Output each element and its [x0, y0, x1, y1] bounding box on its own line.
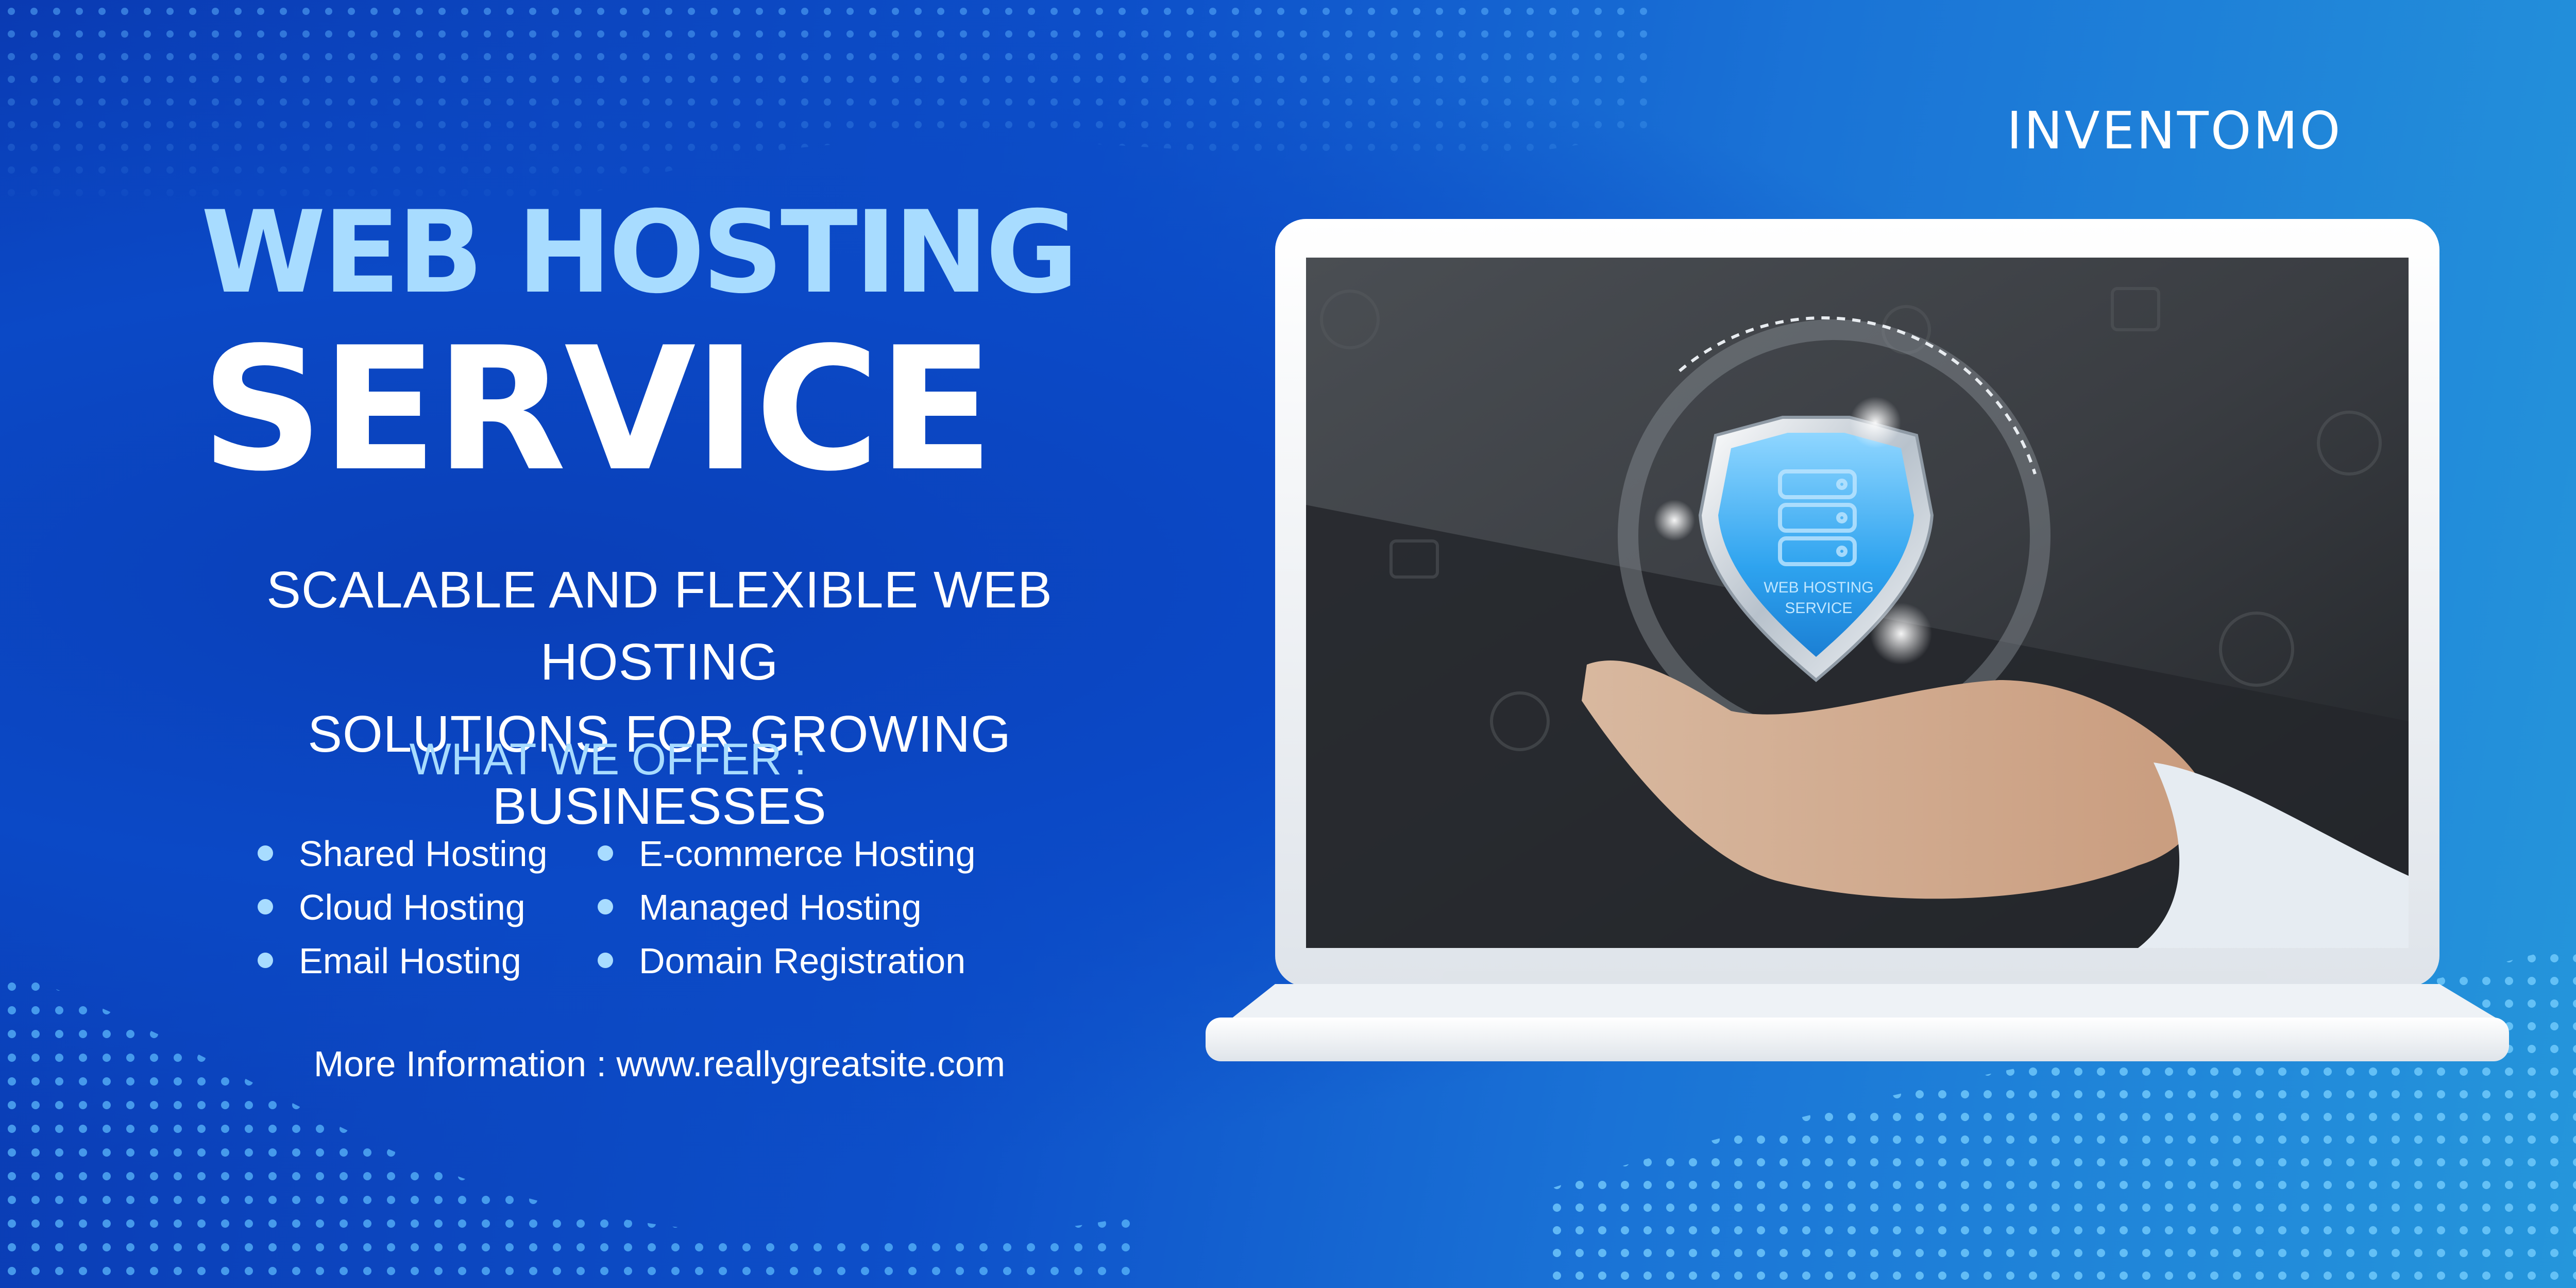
subtitle: SCALABLE AND FLEXIBLE WEB HOSTING SOLUTI…: [144, 554, 1175, 842]
shield-text-line2: SERVICE: [1785, 600, 1852, 617]
bullet-icon: [258, 899, 273, 914]
web-hosting-banner: WEB HOSTING SERVICE INVENTOMO WEB HOSTIN…: [0, 0, 2576, 1288]
service-item: Managed Hosting: [598, 880, 1041, 934]
headline-line1: WEB HOSTING: [201, 187, 1078, 318]
bullet-icon: [598, 845, 613, 861]
service-label: Cloud Hosting: [299, 887, 526, 927]
service-label: Shared Hosting: [299, 834, 548, 874]
services-list-left: Shared Hosting Cloud Hosting Email Hosti…: [258, 827, 577, 988]
laptop-screen: WEB HOSTING SERVICE: [1306, 258, 2409, 948]
bullet-icon: [598, 899, 613, 914]
service-label: Email Hosting: [299, 941, 521, 981]
service-item: Email Hosting: [258, 934, 577, 988]
service-item: E-commerce Hosting: [598, 827, 1041, 880]
service-label: Managed Hosting: [639, 887, 922, 927]
shield-text-line1: WEB HOSTING: [1764, 579, 1873, 596]
bullet-icon: [598, 953, 613, 968]
brand-logo: INVENTOMO: [2007, 100, 2343, 161]
service-label: E-commerce Hosting: [639, 834, 976, 874]
bullet-icon: [258, 953, 273, 968]
service-item: Domain Registration: [598, 934, 1041, 988]
laptop-base: [1206, 1018, 2509, 1061]
service-item: Cloud Hosting: [258, 880, 577, 934]
subtitle-line1: SCALABLE AND FLEXIBLE WEB HOSTING: [266, 561, 1053, 691]
bullet-icon: [258, 845, 273, 861]
offer-heading: WHAT WE OFFER :: [409, 735, 807, 784]
service-label: Domain Registration: [639, 941, 966, 981]
headline-line2: SERVICE: [201, 311, 994, 509]
more-info-link[interactable]: More Information : www.reallygreatsite.c…: [185, 1043, 1133, 1084]
service-item: Shared Hosting: [258, 827, 577, 880]
services-list-right: E-commerce Hosting Managed Hosting Domai…: [598, 827, 1041, 988]
